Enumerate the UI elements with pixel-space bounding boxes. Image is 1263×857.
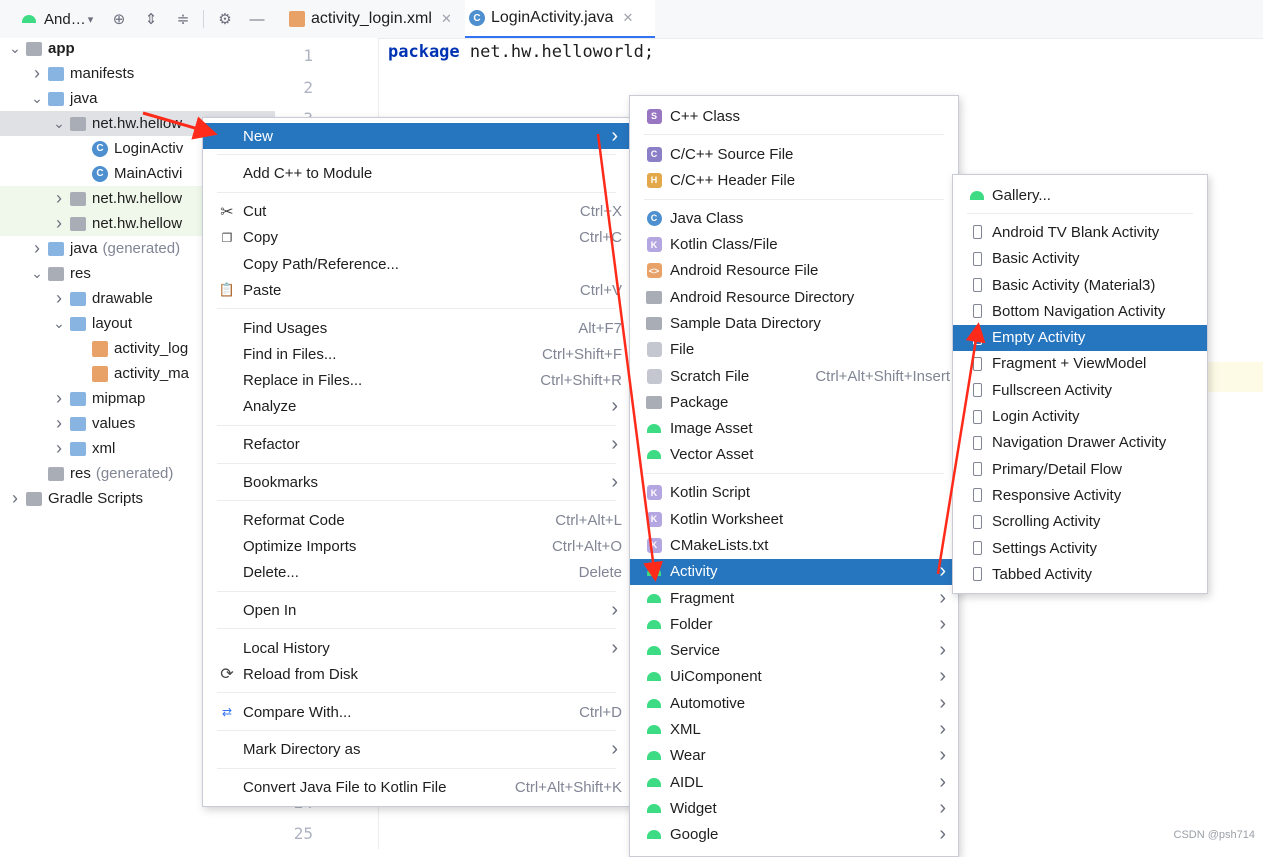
annotation-arrows xyxy=(142,111,986,582)
watermark: CSDN @psh714 xyxy=(1173,829,1255,841)
arrow-to-new xyxy=(142,111,218,140)
arrow-to-empty-activity xyxy=(936,322,986,575)
arrow-to-activity xyxy=(596,133,664,582)
